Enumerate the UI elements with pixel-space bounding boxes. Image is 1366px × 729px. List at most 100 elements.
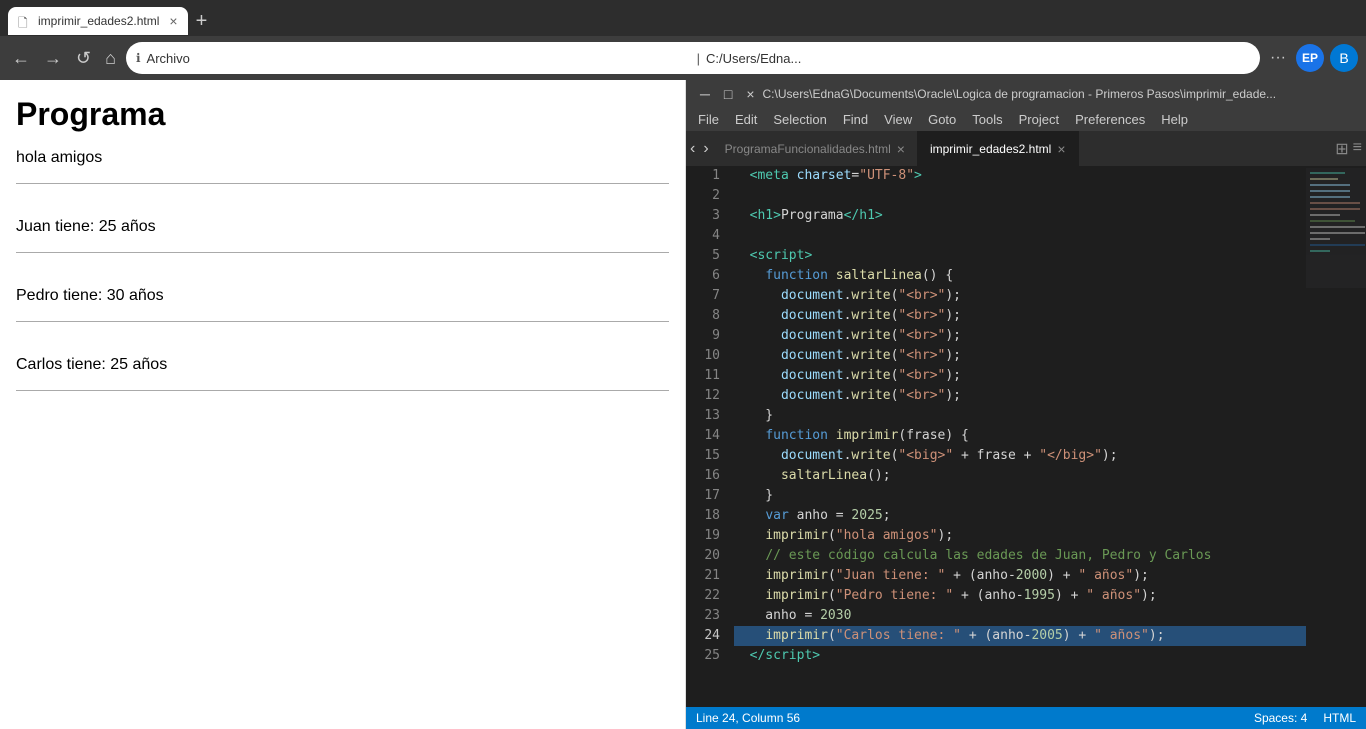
code-line-24: imprimir("Carlos tiene: " + (anho-2005) … bbox=[734, 626, 1306, 646]
page-line4: Carlos tiene: 25 años bbox=[16, 356, 669, 374]
code-line-15: document.write("<big>" + frase + "</big>… bbox=[734, 446, 1306, 466]
forward-button[interactable]: → bbox=[40, 44, 66, 73]
code-line-6: function saltarLinea() { bbox=[734, 266, 1306, 286]
tab-nav-right[interactable]: › bbox=[699, 140, 712, 158]
code-line-13: } bbox=[734, 406, 1306, 426]
back-button[interactable]: ← bbox=[8, 44, 34, 73]
line-num-14: 14 bbox=[692, 426, 720, 446]
address-bar[interactable]: ℹ Archivo | C:/Users/Edna... bbox=[126, 42, 1260, 74]
tab-bar: 🗋 imprimir_edades2.html × + bbox=[0, 0, 1366, 36]
vscode-menubar: File Edit Selection Find View Goto Tools… bbox=[686, 108, 1366, 131]
code-line-5: <script> bbox=[734, 246, 1306, 266]
menu-edit[interactable]: Edit bbox=[727, 108, 765, 131]
code-line-22: imprimir("Pedro tiene: " + (anho-1995) +… bbox=[734, 586, 1306, 606]
browser-page: Programa hola amigos Juan tiene: 25 años… bbox=[0, 80, 686, 729]
line-num-2: 2 bbox=[692, 186, 720, 206]
status-line-col[interactable]: Line 24, Column 56 bbox=[696, 711, 800, 725]
status-spaces[interactable]: Spaces: 4 bbox=[1254, 711, 1307, 725]
more-button[interactable]: ··· bbox=[1266, 45, 1290, 71]
line-num-13: 13 bbox=[692, 406, 720, 426]
page-divider1 bbox=[16, 183, 669, 184]
line-num-19: 19 bbox=[692, 526, 720, 546]
code-line-8: document.write("<br>"); bbox=[734, 306, 1306, 326]
vscode-tab-1[interactable]: imprimir_edades2.html × bbox=[918, 131, 1079, 166]
menu-view[interactable]: View bbox=[876, 108, 920, 131]
line-num-7: 7 bbox=[692, 286, 720, 306]
tab-title: imprimir_edades2.html bbox=[38, 14, 159, 28]
line-num-6: 6 bbox=[692, 266, 720, 286]
page-line2: Juan tiene: 25 años bbox=[16, 218, 669, 236]
menu-preferences[interactable]: Preferences bbox=[1067, 108, 1153, 131]
vscode-window: ─ □ × C:\Users\EdnaG\Documents\Oracle\Lo… bbox=[686, 80, 1366, 729]
code-line-1: <meta charset="UTF-8"> bbox=[734, 166, 1306, 186]
code-line-2 bbox=[734, 186, 1306, 206]
vscode-minimap bbox=[1306, 166, 1366, 707]
code-line-12: document.write("<br>"); bbox=[734, 386, 1306, 406]
profile-avatar[interactable]: EP bbox=[1296, 44, 1324, 72]
address-separator: | bbox=[697, 51, 700, 66]
line-num-8: 8 bbox=[692, 306, 720, 326]
vscode-titlebar: ─ □ × C:\Users\EdnaG\Documents\Oracle\Lo… bbox=[686, 80, 1366, 108]
tab-page-icon: 🗋 bbox=[18, 14, 32, 28]
code-line-10: document.write("<hr>"); bbox=[734, 346, 1306, 366]
line-numbers: 1 2 3 4 5 6 7 8 9 10 11 12 13 14 15 16 1… bbox=[686, 166, 726, 707]
line-num-10: 10 bbox=[692, 346, 720, 366]
code-line-21: imprimir("Juan tiene: " + (anho-2000) + … bbox=[734, 566, 1306, 586]
vscode-maximize-button[interactable]: □ bbox=[718, 84, 738, 104]
code-line-9: document.write("<br>"); bbox=[734, 326, 1306, 346]
code-line-23: anho = 2030 bbox=[734, 606, 1306, 626]
vscode-minimize-button[interactable]: ─ bbox=[694, 84, 716, 104]
code-content[interactable]: <meta charset="UTF-8"> <h1>Programa</h1>… bbox=[726, 166, 1306, 707]
status-language[interactable]: HTML bbox=[1323, 711, 1356, 725]
bing-button[interactable]: B bbox=[1330, 44, 1358, 72]
vscode-editor[interactable]: 1 2 3 4 5 6 7 8 9 10 11 12 13 14 15 16 1… bbox=[686, 166, 1366, 707]
browser-tab-active[interactable]: 🗋 imprimir_edades2.html × bbox=[8, 7, 188, 35]
menu-help[interactable]: Help bbox=[1153, 108, 1196, 131]
main-area: Programa hola amigos Juan tiene: 25 años… bbox=[0, 80, 1366, 729]
info-icon: ℹ bbox=[136, 51, 141, 65]
new-tab-button[interactable]: + bbox=[196, 10, 208, 33]
code-line-17: } bbox=[734, 486, 1306, 506]
line-num-23: 23 bbox=[692, 606, 720, 626]
vscode-tab-0-close[interactable]: × bbox=[897, 141, 905, 157]
menu-tools[interactable]: Tools bbox=[964, 108, 1010, 131]
vscode-titlebar-controls-left: ─ □ × bbox=[694, 84, 761, 104]
more-tabs-icon[interactable]: ≡ bbox=[1353, 139, 1362, 159]
line-num-4: 4 bbox=[692, 226, 720, 246]
code-line-19: imprimir("hola amigos"); bbox=[734, 526, 1306, 546]
nav-bar: ← → ↺ ⌂ ℹ Archivo | C:/Users/Edna... ···… bbox=[0, 36, 1366, 80]
vscode-tab-1-label: imprimir_edades2.html bbox=[930, 142, 1051, 156]
code-line-20: // este código calcula las edades de Jua… bbox=[734, 546, 1306, 566]
line-num-17: 17 bbox=[692, 486, 720, 506]
home-button[interactable]: ⌂ bbox=[101, 44, 120, 73]
line-num-5: 5 bbox=[692, 246, 720, 266]
code-line-25: </script> bbox=[734, 646, 1306, 666]
tab-close-button[interactable]: × bbox=[169, 13, 177, 29]
line-num-12: 12 bbox=[692, 386, 720, 406]
page-divider3 bbox=[16, 321, 669, 322]
line-num-25: 25 bbox=[692, 646, 720, 666]
page-heading: Programa bbox=[16, 96, 669, 133]
menu-project[interactable]: Project bbox=[1011, 108, 1067, 131]
code-line-18: var anho = 2025; bbox=[734, 506, 1306, 526]
address-label: Archivo bbox=[147, 51, 691, 66]
vscode-tab-1-close[interactable]: × bbox=[1057, 141, 1065, 157]
menu-selection[interactable]: Selection bbox=[765, 108, 834, 131]
vscode-tab-0[interactable]: ProgramaFuncionalidades.html × bbox=[713, 131, 918, 166]
vscode-title-text: C:\Users\EdnaG\Documents\Oracle\Logica d… bbox=[761, 87, 1278, 101]
code-line-16: saltarLinea(); bbox=[734, 466, 1306, 486]
refresh-button[interactable]: ↺ bbox=[72, 44, 95, 73]
menu-file[interactable]: File bbox=[690, 108, 727, 131]
address-path: C:/Users/Edna... bbox=[706, 51, 1250, 66]
code-line-3: <h1>Programa</h1> bbox=[734, 206, 1306, 226]
tab-nav-left[interactable]: ‹ bbox=[686, 140, 699, 158]
split-editor-icon[interactable]: ⊞ bbox=[1335, 139, 1348, 159]
line-num-18: 18 bbox=[692, 506, 720, 526]
line-num-24: 24 bbox=[692, 626, 720, 646]
menu-goto[interactable]: Goto bbox=[920, 108, 964, 131]
vscode-tabs-actions: ⊞ ≡ bbox=[1335, 139, 1366, 159]
line-num-1: 1 bbox=[692, 166, 720, 186]
vscode-close-button[interactable]: × bbox=[740, 84, 760, 104]
code-line-4 bbox=[734, 226, 1306, 246]
menu-find[interactable]: Find bbox=[835, 108, 876, 131]
